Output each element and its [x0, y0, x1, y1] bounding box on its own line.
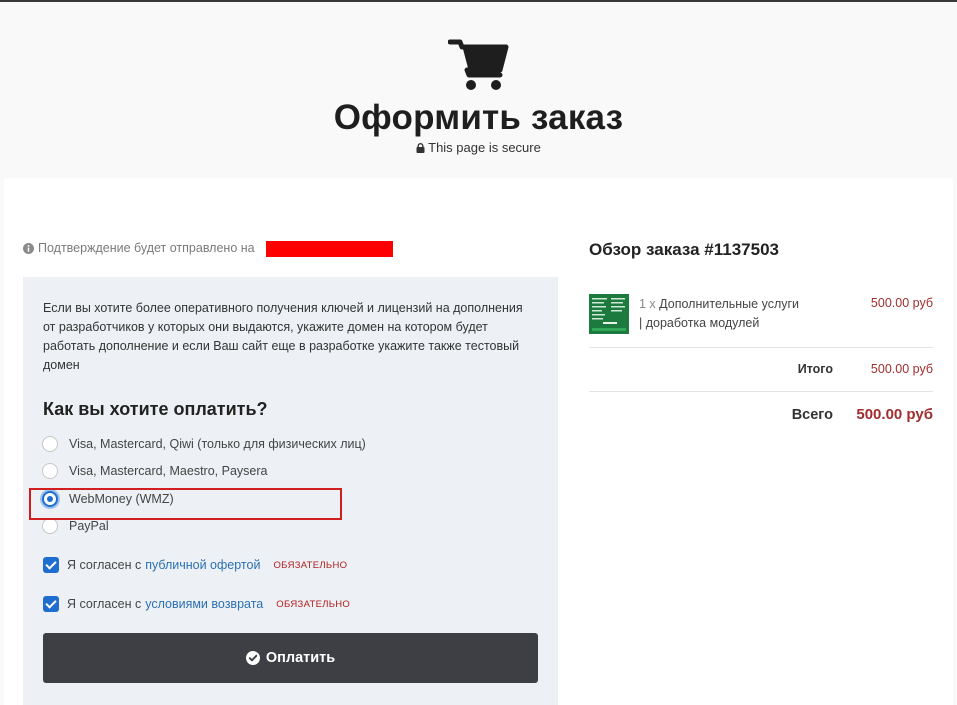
- subtotal-value: 500.00 руб: [870, 362, 933, 376]
- checkbox-checked[interactable]: [43, 557, 59, 573]
- agreement-offer[interactable]: Я согласен с публичной офертой ОБЯЗАТЕЛЬ…: [43, 557, 347, 573]
- required-badge: ОБЯЗАТЕЛЬНО: [273, 559, 348, 571]
- payment-option-label: Visa, Mastercard, Qiwi (только для физич…: [69, 437, 366, 451]
- domain-note: Если вы хотите более оперативного получе…: [43, 301, 523, 372]
- payment-option-visa-qiwi[interactable]: Visa, Mastercard, Qiwi (только для физич…: [42, 436, 366, 452]
- offer-link[interactable]: публичной офертой: [145, 558, 260, 572]
- total-label: Всего: [791, 407, 833, 423]
- payment-option-label: Visa, Mastercard, Maestro, Paysera: [69, 464, 268, 478]
- confirmation-text: Подтверждение будет отправлено на: [38, 241, 255, 255]
- refund-terms-link[interactable]: условиями возврата: [145, 597, 263, 611]
- item-price: 500.00 руб: [870, 296, 933, 310]
- check-circle-icon: [245, 651, 260, 665]
- payment-option-visa-paysera[interactable]: Visa, Mastercard, Maestro, Paysera: [42, 463, 267, 479]
- redacted-email: [266, 241, 393, 257]
- pay-button-label: Оплатить: [265, 650, 336, 666]
- product-thumbnail: [589, 294, 629, 334]
- lock-icon: [416, 143, 425, 153]
- info-icon: [23, 242, 34, 254]
- payment-method-title: Как вы хотите оплатить?: [43, 399, 268, 419]
- radio-button[interactable]: [42, 436, 58, 452]
- required-badge: ОБЯЗАТЕЛЬНО: [276, 598, 351, 610]
- item-detail: | доработка модулей: [639, 316, 760, 330]
- total-value: 500.00 руб: [856, 406, 933, 423]
- pay-button[interactable]: Оплатить: [43, 633, 538, 683]
- secure-note: This page is secure: [0, 140, 957, 155]
- radio-button[interactable]: [42, 463, 58, 479]
- subtotal-label: Итого: [797, 362, 833, 376]
- page-title: Оформить заказ: [333, 98, 624, 137]
- radio-button[interactable]: [42, 518, 58, 534]
- order-summary-title: Обзор заказа #1137503: [589, 240, 779, 259]
- confirmation-line: Подтверждение будет отправлено на: [23, 241, 255, 255]
- payment-option-paypal[interactable]: PayPal: [42, 518, 109, 534]
- item-name: Дополнительные услуги: [659, 297, 800, 311]
- agreement-prefix: Я согласен с: [67, 558, 142, 572]
- selection-highlight: [29, 488, 342, 520]
- payment-option-label: PayPal: [69, 519, 109, 533]
- shopping-cart-icon: [448, 39, 509, 90]
- item-quantity: 1 x: [639, 297, 656, 311]
- agreement-prefix: Я согласен с: [67, 597, 142, 611]
- secure-note-text: This page is secure: [428, 140, 541, 155]
- order-item-description: 1 x Дополнительные услуги | доработка мо…: [639, 295, 829, 333]
- divider: [589, 391, 933, 392]
- checkbox-checked[interactable]: [43, 596, 59, 612]
- divider: [589, 347, 933, 348]
- agreement-refund[interactable]: Я согласен с условиями возврата ОБЯЗАТЕЛ…: [43, 596, 350, 612]
